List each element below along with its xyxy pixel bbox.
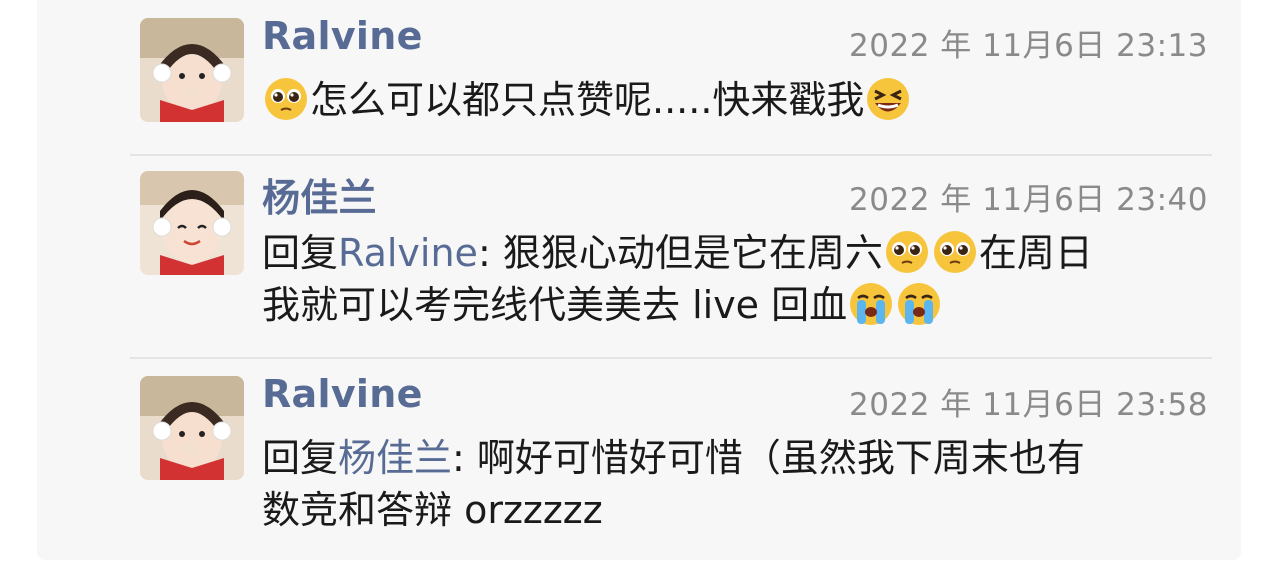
pleading-face-emoji: [884, 229, 930, 275]
commenter-name[interactable]: 杨佳兰: [262, 167, 377, 222]
comment-body-line2: 数竞和答辩 orzzzzz: [262, 488, 603, 532]
commenter-name[interactable]: Ralvine: [262, 372, 423, 416]
reply-prefix: 回复: [262, 436, 339, 480]
reply-to-link[interactable]: 杨佳兰: [338, 436, 452, 480]
avatar[interactable]: [140, 376, 244, 480]
avatar[interactable]: [140, 171, 244, 275]
comment-timestamp: 2022 年 11月6日 23:13: [849, 28, 1208, 64]
pleading-face-emoji: [932, 229, 978, 275]
avatar[interactable]: [140, 18, 244, 122]
reply-to-link[interactable]: Ralvine: [338, 231, 478, 275]
commenter-name[interactable]: Ralvine: [262, 14, 423, 58]
pleading-face-emoji: [263, 76, 309, 122]
comment-body-line2: 我就可以考完线代美美去 live 回血: [262, 283, 848, 327]
loudly-crying-face-emoji: [896, 281, 942, 327]
comment-body: 怎么可以都只点赞呢.....快来戳我: [310, 78, 865, 122]
comment-divider: [130, 357, 1212, 359]
comment-body-continued: 在周日: [978, 231, 1093, 275]
comment-text: 回复Ralvine: 狠狠心动但是它在周六 在周日 我就可以考完线代美美去 li…: [262, 227, 1208, 331]
comment-text: 回复杨佳兰: 啊好可惜好可惜（虽然我下周末也有 数竞和答辩 orzzzzz: [262, 432, 1208, 536]
laughing-squint-face-emoji: [865, 76, 911, 122]
comment-body: : 啊好可惜好可惜（虽然我下周末也有: [452, 436, 1085, 480]
comment-text: 怎么可以都只点赞呢.....快来戳我: [262, 74, 1208, 126]
loudly-crying-face-emoji: [848, 281, 894, 327]
comment-timestamp: 2022 年 11月6日 23:58: [849, 387, 1208, 423]
comment-divider: [130, 154, 1212, 156]
reply-prefix: 回复: [262, 231, 339, 275]
comment-body: : 狠狠心动但是它在周六: [477, 231, 883, 275]
comment-timestamp: 2022 年 11月6日 23:40: [849, 182, 1208, 218]
